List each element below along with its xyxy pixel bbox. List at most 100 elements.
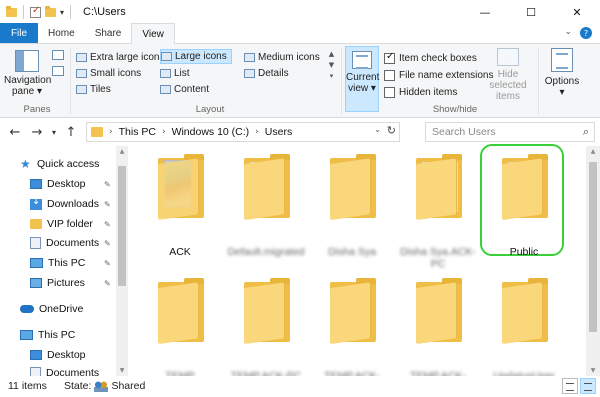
nav-item-label: This PC bbox=[38, 329, 76, 341]
layout-option[interactable]: Details bbox=[244, 66, 289, 81]
chevron-down-icon[interactable]: ⌄ bbox=[374, 125, 381, 134]
breadcrumb-this-pc[interactable]: This PC bbox=[119, 126, 156, 138]
nav-item-label: Quick access bbox=[37, 158, 100, 170]
nav-item-quick-access[interactable]: ★ Quick access bbox=[20, 158, 99, 170]
layout-option-label: Medium icons bbox=[258, 52, 320, 63]
pin-icon[interactable]: ✎ bbox=[104, 180, 111, 189]
pin-icon[interactable]: ✎ bbox=[104, 220, 111, 229]
search-input[interactable]: Search Users ⌕ bbox=[425, 122, 595, 142]
nav-item-this-pc-root[interactable]: This PC bbox=[20, 329, 75, 341]
layout-option[interactable]: List bbox=[160, 66, 190, 81]
chevron-down-icon[interactable]: ▼ bbox=[116, 367, 128, 374]
chevron-down-icon[interactable]: ⌄ bbox=[564, 27, 572, 39]
current-view-icon bbox=[352, 51, 372, 69]
divider bbox=[70, 5, 72, 19]
layout-option-selected[interactable]: Large icons bbox=[160, 49, 232, 64]
chevron-up-icon[interactable]: ▲ bbox=[586, 148, 600, 155]
navigation-scrollbar[interactable]: ▲ ▼ bbox=[116, 146, 128, 376]
nav-item-label: Pictures bbox=[47, 277, 85, 289]
chevron-right-icon[interactable]: › bbox=[109, 127, 113, 137]
help-icon[interactable]: ? bbox=[580, 27, 592, 39]
layout-option[interactable]: Extra large icons bbox=[76, 50, 164, 65]
large-icons-view-button[interactable] bbox=[580, 378, 596, 394]
up-button[interactable]: ↑ bbox=[60, 125, 82, 140]
forward-button[interactable]: → bbox=[26, 125, 48, 140]
search-icon[interactable]: ⌕ bbox=[583, 125, 589, 139]
folder-name: Disha Sya.ACK-PC bbox=[400, 246, 476, 270]
layout-option[interactable]: Tiles bbox=[76, 82, 111, 97]
pin-icon[interactable]: ✎ bbox=[104, 259, 111, 268]
options-button[interactable]: Options ▾ bbox=[542, 48, 582, 98]
tab-file[interactable]: File bbox=[0, 23, 38, 43]
nav-item-this-pc[interactable]: This PC bbox=[30, 257, 85, 269]
nav-item-documents[interactable]: Documents bbox=[30, 237, 99, 249]
nav-item-downloads[interactable]: Downloads bbox=[30, 196, 99, 210]
back-button[interactable]: ← bbox=[4, 125, 26, 140]
maximize-button[interactable]: ☐ bbox=[508, 0, 554, 24]
hidden-items-option[interactable]: Hidden items bbox=[384, 84, 494, 101]
pin-icon[interactable]: ✎ bbox=[104, 279, 111, 288]
nav-item-onedrive[interactable]: OneDrive bbox=[20, 303, 83, 315]
file-view: ACK Default.migrated Disha Sya Disha Sya… bbox=[128, 144, 586, 394]
scrollbar-thumb[interactable] bbox=[118, 166, 126, 286]
breadcrumb-windows-drive[interactable]: Windows 10 (C:) bbox=[172, 126, 250, 138]
chevron-up-icon[interactable]: ▲ bbox=[329, 50, 334, 58]
close-button[interactable]: ✕ bbox=[554, 0, 600, 24]
nav-item-pictures[interactable]: Pictures bbox=[30, 277, 85, 289]
nav-item-desktop[interactable]: Desktop bbox=[30, 178, 86, 190]
desktop-icon bbox=[30, 350, 42, 360]
layout-option-label: Small icons bbox=[90, 68, 142, 79]
folder-icon bbox=[91, 127, 103, 137]
new-folder-icon[interactable] bbox=[45, 5, 56, 17]
file-name-extensions-label: File name extensions bbox=[399, 70, 494, 81]
minimize-button[interactable]: — bbox=[462, 0, 508, 24]
checkbox-checked[interactable] bbox=[384, 51, 395, 64]
navigation-pane-button[interactable]: Navigation pane ▾ bbox=[4, 48, 51, 97]
tab-home[interactable]: Home bbox=[38, 23, 85, 43]
chevron-right-icon[interactable]: › bbox=[255, 127, 259, 137]
divider bbox=[23, 5, 24, 19]
search-placeholder: Search Users bbox=[432, 126, 496, 138]
preview-pane-icon[interactable] bbox=[52, 50, 64, 60]
layout-option[interactable]: Medium icons bbox=[244, 50, 320, 65]
scrollbar-thumb[interactable] bbox=[589, 162, 597, 332]
properties-icon[interactable] bbox=[30, 5, 41, 18]
layout-option[interactable]: Small icons bbox=[76, 66, 141, 81]
window-controls: — ☐ ✕ bbox=[462, 0, 600, 24]
checkbox[interactable] bbox=[384, 70, 395, 81]
details-view-button[interactable] bbox=[562, 378, 578, 394]
nav-item-label: Documents bbox=[46, 237, 100, 249]
content-scrollbar[interactable]: ▲ ▼ bbox=[586, 146, 600, 376]
current-view-button[interactable]: Current view ▾ bbox=[345, 46, 379, 112]
recent-locations-button[interactable]: ▾ bbox=[48, 128, 60, 137]
item-check-boxes-option[interactable]: Item check boxes bbox=[384, 50, 494, 67]
details-pane-icon[interactable] bbox=[52, 66, 64, 76]
tab-share[interactable]: Share bbox=[85, 23, 132, 43]
chevron-down-icon[interactable]: ▼ bbox=[329, 61, 334, 69]
pin-icon[interactable]: ✎ bbox=[104, 200, 111, 209]
pin-icon[interactable]: ✎ bbox=[104, 239, 111, 248]
ribbon-right-controls: ⌄ ? bbox=[564, 27, 592, 39]
navigation-pane-icon bbox=[15, 50, 39, 72]
file-name-extensions-option[interactable]: File name extensions bbox=[384, 67, 494, 84]
layout-option-label: Extra large icons bbox=[90, 52, 165, 63]
details-icon bbox=[244, 69, 255, 78]
chevron-right-icon[interactable]: › bbox=[162, 127, 166, 137]
chevron-down-icon[interactable]: ▼ bbox=[586, 367, 600, 374]
layout-option[interactable]: Content bbox=[160, 82, 209, 97]
chevron-up-icon[interactable]: ▲ bbox=[116, 148, 128, 155]
refresh-icon[interactable]: ↻ bbox=[387, 124, 396, 137]
address-box[interactable]: › This PC › Windows 10 (C:) › Users ⌄ ↻ bbox=[86, 122, 400, 142]
layout-gallery-scroller[interactable]: ▲ ▼ ▾ bbox=[327, 50, 336, 92]
checkbox[interactable] bbox=[384, 87, 395, 98]
folder-icon bbox=[502, 278, 548, 344]
nav-item-desktop-pc[interactable]: Desktop bbox=[30, 349, 86, 361]
chevron-down-icon[interactable]: ▾ bbox=[60, 8, 64, 17]
hide-selected-label: Hide selected items bbox=[489, 69, 527, 102]
divider bbox=[70, 48, 71, 114]
tab-view[interactable]: View bbox=[131, 23, 175, 44]
hide-selected-items-button[interactable]: Hide selected items bbox=[482, 48, 534, 102]
nav-item-vip-folder[interactable]: VIP folder bbox=[30, 218, 93, 230]
breadcrumb-users[interactable]: Users bbox=[265, 126, 292, 138]
more-icon[interactable]: ▾ bbox=[330, 72, 334, 80]
